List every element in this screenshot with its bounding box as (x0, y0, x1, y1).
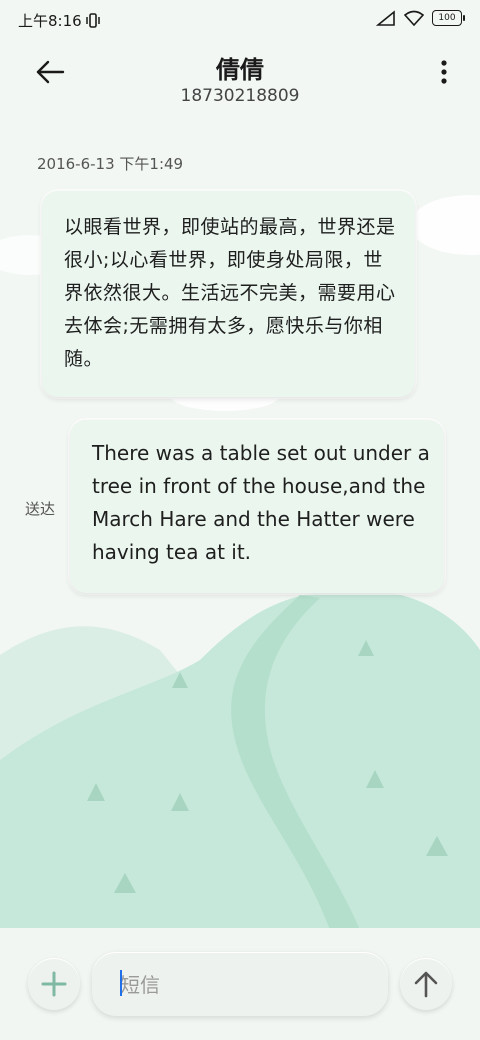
contact-number: 18730218809 (180, 86, 300, 106)
battery-icon: 100 (432, 10, 465, 26)
contact-name: 倩倩 (216, 56, 264, 84)
add-attachment-button[interactable] (28, 958, 80, 1010)
message-timestamp: 2016-6-13 下午1:49 (37, 155, 184, 173)
message-input-container[interactable] (92, 952, 388, 1016)
more-options-button[interactable] (432, 50, 456, 94)
send-button[interactable] (400, 958, 452, 1010)
message-composer (0, 928, 480, 1040)
message-text: There was a table set out under a tree i… (92, 441, 430, 564)
arrow-up-icon (414, 971, 438, 998)
message-input[interactable] (118, 966, 372, 1004)
outgoing-message-bubble[interactable]: There was a table set out under a tree i… (70, 420, 444, 593)
vibrate-icon (86, 13, 100, 28)
text-cursor (120, 970, 122, 996)
message-text: 以眼看世界，即使站的最高，世界还是很小;以心看世界，即使身处局限，世界依然很大。… (64, 216, 396, 370)
more-vertical-icon (441, 60, 447, 84)
conversation-header: 倩倩 18730218809 (0, 40, 480, 120)
signal-icon (376, 10, 395, 26)
status-bar: 上午8:16 100 (0, 0, 480, 40)
status-time: 上午8:16 (18, 12, 82, 30)
plus-icon (41, 971, 67, 997)
incoming-message-bubble[interactable]: 以眼看世界，即使站的最高，世界还是很小;以心看世界，即使身处局限，世界依然很大。… (42, 191, 415, 397)
delivery-status: 送达 (25, 500, 56, 518)
wifi-icon (404, 10, 424, 26)
